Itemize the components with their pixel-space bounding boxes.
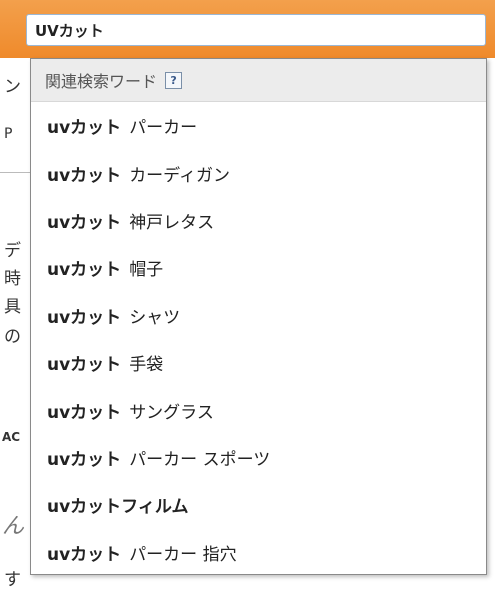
background-text: ん [2, 514, 25, 539]
background-text: デ [4, 241, 21, 261]
suggestion-item[interactable]: uvカット シャツ [31, 292, 486, 339]
suggestion-keyword: uvカット [47, 355, 122, 376]
suggestion-item[interactable]: uvカット サングラス [31, 386, 486, 433]
background-text: の [4, 327, 21, 347]
background-text: 具 [4, 297, 21, 317]
suggestion-dropdown: 関連検索ワード ? uvカット パーカー uvカット カーディガン uvカット … [30, 58, 487, 575]
suggestion-rest: カーディガン [129, 165, 230, 186]
suggestion-rest: サングラス [129, 402, 214, 423]
dropdown-header: 関連検索ワード ? [31, 59, 486, 102]
suggestion-keyword: uvカット [47, 449, 122, 470]
suggestion-item[interactable]: uvカット 帽子 [31, 244, 486, 291]
suggestion-keyword: uvカット [47, 212, 122, 233]
background-text: P [4, 126, 13, 142]
background-text: AC [2, 430, 21, 444]
suggestion-item[interactable]: uvカットフィルム [31, 481, 486, 528]
suggestion-rest: 手袋 [129, 355, 164, 376]
suggestion-item[interactable]: uvカット カーディガン [31, 149, 486, 196]
suggestion-keyword: uvカット [47, 307, 122, 328]
suggestion-keyword: uvカット [47, 165, 122, 186]
suggestion-keyword: uvカット [47, 544, 122, 565]
background-divider [0, 172, 30, 173]
suggestion-item[interactable]: uvカット 神戸レタス [31, 197, 486, 244]
suggestion-rest: シャツ [129, 307, 181, 328]
suggestion-item[interactable]: uvカット 手袋 [31, 339, 486, 386]
background-text: 時 [4, 269, 21, 289]
background-text: ン [4, 77, 21, 97]
suggestion-item[interactable]: uvカット パーカー スポーツ [31, 434, 486, 481]
suggestion-rest: 神戸レタス [129, 212, 215, 233]
suggestion-keyword: uvカットフィルム [47, 497, 189, 518]
suggestion-keyword: uvカット [47, 402, 122, 423]
background-text: す [4, 570, 21, 590]
suggestion-rest: 帽子 [129, 260, 164, 281]
suggestion-rest: パーカー 指穴 [129, 544, 237, 565]
help-icon[interactable]: ? [165, 71, 183, 89]
search-input[interactable] [26, 14, 486, 46]
suggestion-item[interactable]: uvカット パーカー [31, 102, 486, 149]
suggestion-item[interactable]: uvカット パーカー 指穴 [31, 529, 486, 576]
suggestion-keyword: uvカット [47, 118, 122, 139]
related-search-label: 関連検索ワード [45, 72, 158, 91]
suggestion-rest: パーカー スポーツ [129, 449, 271, 470]
suggestion-rest: パーカー [129, 118, 198, 139]
suggestion-keyword: uvカット [47, 260, 122, 281]
